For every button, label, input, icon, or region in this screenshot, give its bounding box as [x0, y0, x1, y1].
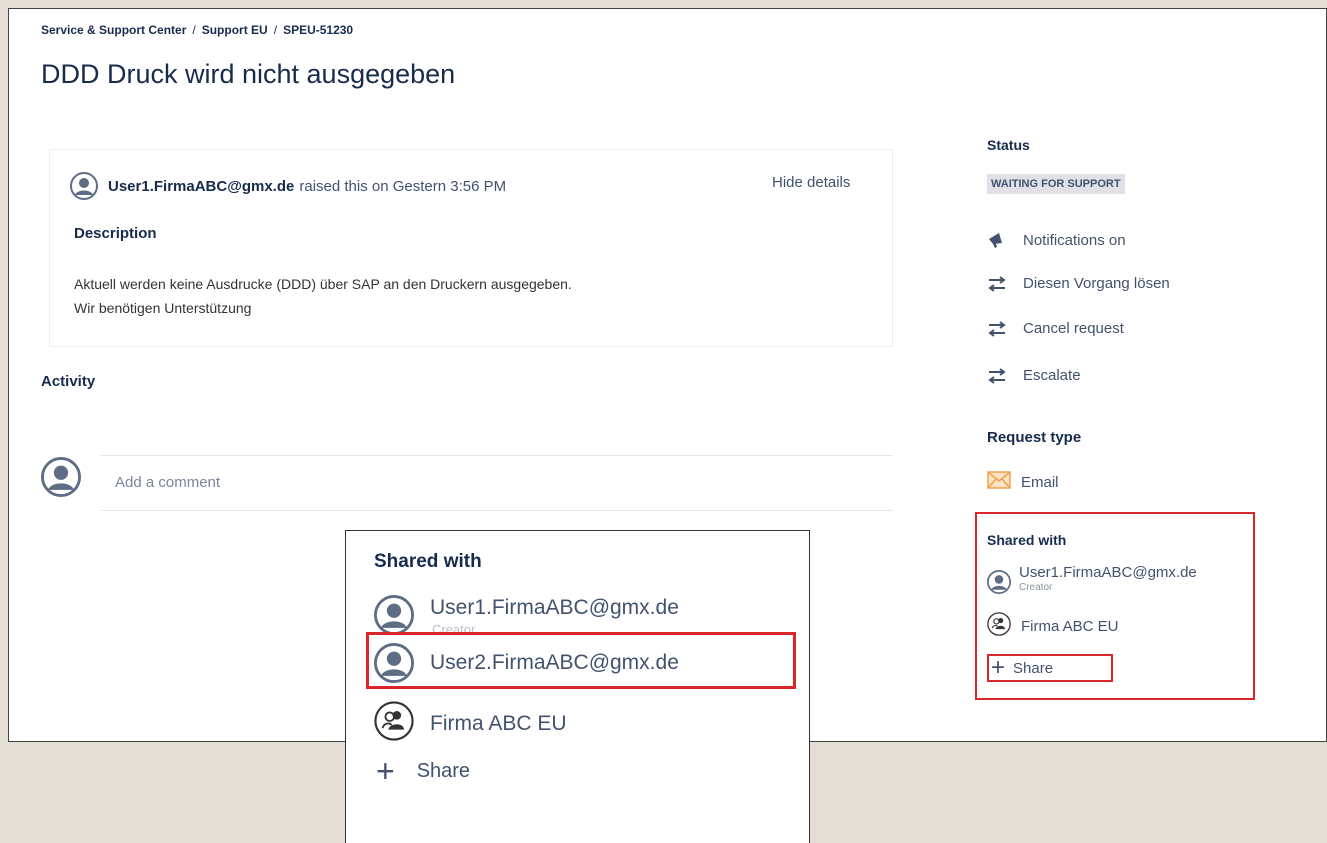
- breadcrumb: Service & Support Center / Support EU / SPEU…: [41, 23, 353, 37]
- organization-icon: [987, 612, 1011, 640]
- request-details-card: User1.FirmaABC@gmx.de raised this on Ges…: [49, 149, 893, 347]
- shared-with-title: Shared with: [987, 532, 1067, 548]
- raised-by-row: User1.FirmaABC@gmx.de raised this on Ges…: [70, 172, 506, 200]
- shared-organization-entry: Firma ABC EU: [987, 612, 1119, 640]
- commenter-avatar-icon: [41, 457, 81, 497]
- cancel-request-label: Cancel request: [1023, 320, 1124, 337]
- popup-user-name: User1.FirmaABC@gmx.de: [430, 596, 679, 619]
- shared-with-zoom-popup: Shared with User1.FirmaABC@gmx.de Creato…: [345, 530, 810, 843]
- megaphone-icon: [987, 231, 1007, 249]
- share-label: Share: [1013, 659, 1054, 677]
- transition-icon: [987, 320, 1007, 337]
- status-badge: WAITING FOR SUPPORT: [987, 174, 1125, 194]
- activity-heading: Activity: [41, 373, 96, 390]
- user-avatar-icon: [70, 172, 98, 200]
- popup-shared-with-title: Shared with: [374, 551, 482, 572]
- description-text: Aktuell werden keine Ausdrucke (DDD) übe…: [74, 272, 572, 320]
- escalate-button[interactable]: Escalate: [987, 367, 1081, 384]
- breadcrumb-separator: /: [192, 23, 196, 37]
- organization-name: Firma ABC EU: [1021, 617, 1119, 635]
- breadcrumb-support-eu[interactable]: Support EU: [202, 23, 268, 37]
- transition-icon: [987, 367, 1007, 384]
- reporter-name[interactable]: User1.FirmaABC@gmx.de: [108, 178, 294, 195]
- raised-timestamp: raised this on Gestern 3:56 PM: [299, 177, 507, 195]
- request-type-text: Email: [1021, 473, 1059, 491]
- escalate-label: Escalate: [1023, 367, 1081, 384]
- resolve-issue-button[interactable]: Diesen Vorgang lösen: [987, 275, 1170, 292]
- description-line: Aktuell werden keine Ausdrucke (DDD) übe…: [74, 276, 572, 292]
- cancel-request-button[interactable]: Cancel request: [987, 320, 1124, 337]
- popup-user-entry: User1.FirmaABC@gmx.de: [374, 595, 679, 635]
- request-type-value: Email: [987, 471, 1059, 493]
- breadcrumb-service-center[interactable]: Service & Support Center: [41, 23, 186, 37]
- user-avatar-icon: [987, 570, 1011, 594]
- hide-details-link[interactable]: Hide details: [772, 174, 850, 191]
- request-type-label: Request type: [987, 429, 1082, 446]
- breadcrumb-separator: /: [273, 23, 278, 37]
- organization-icon: [374, 701, 414, 747]
- popup-share-label: Share: [416, 759, 471, 782]
- shared-user-name: User1.FirmaABC@gmx.de: [1019, 564, 1197, 581]
- description-line: Wir benötigen Unterstützung: [74, 300, 252, 316]
- email-icon: [987, 471, 1011, 493]
- popup-organization-name: Firma ABC EU: [430, 712, 567, 735]
- notifications-toggle[interactable]: Notifications on: [987, 231, 1126, 249]
- add-comment-input[interactable]: Add a comment: [101, 455, 893, 511]
- plus-icon: +: [376, 753, 395, 789]
- breadcrumb-issue-key[interactable]: SPEU-51230: [283, 23, 353, 37]
- status-label: Status: [987, 137, 1030, 153]
- shared-user-entry: User1.FirmaABC@gmx.de Creator: [987, 564, 1197, 594]
- page-title: DDD Druck wird nicht ausgegeben: [41, 59, 456, 89]
- shared-user-role: Creator: [1019, 582, 1053, 593]
- highlight-box: [366, 632, 796, 689]
- resolve-issue-label: Diesen Vorgang lösen: [1023, 275, 1170, 292]
- plus-icon: +: [991, 654, 1006, 681]
- shared-with-panel-highlighted: Shared with User1.FirmaABC@gmx.de Creato…: [975, 512, 1255, 700]
- popup-share-button[interactable]: + Share: [376, 753, 471, 789]
- user-avatar-icon: [374, 595, 414, 635]
- transition-icon: [987, 275, 1007, 292]
- popup-organization-entry: Firma ABC EU: [374, 701, 567, 747]
- notifications-label: Notifications on: [1023, 231, 1126, 249]
- share-button[interactable]: + Share: [987, 654, 1113, 682]
- description-heading: Description: [74, 225, 157, 242]
